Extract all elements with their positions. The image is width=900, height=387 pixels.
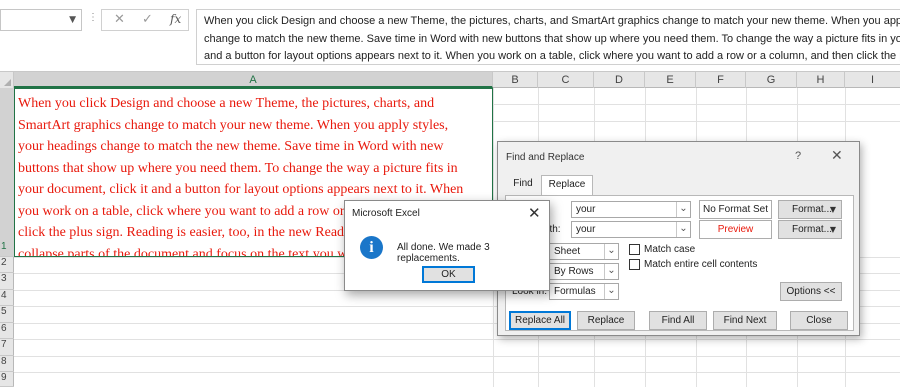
find-format-button[interactable]: Format... ▼ [778,200,842,219]
chevron-down-icon[interactable]: ⌄ [604,264,618,279]
row-header-2[interactable]: 2 [0,257,14,273]
close-button[interactable]: Close [790,311,848,330]
select-all-button[interactable] [0,72,14,88]
within-value: Sheet [554,246,581,257]
look-in-select[interactable]: Formulas ⌄ [549,283,619,300]
tab-find[interactable]: Find [508,175,538,195]
cancel-icon[interactable]: ✕ [114,12,125,27]
replace-format-button[interactable]: Format... ▼ [778,220,842,239]
dropdown-arrow-icon: ▼ [829,205,836,214]
formula-bar-content[interactable]: When you click Design and choose a new T… [196,9,900,65]
column-header-i[interactable]: I [845,72,900,88]
replace-button[interactable]: Replace [577,311,635,330]
find-format-label: Format... [792,204,833,215]
match-case-checkbox[interactable] [629,244,640,255]
enter-icon[interactable]: ✓ [142,12,153,27]
replace-with-input[interactable]: your ⌄ [571,221,691,238]
find-what-input[interactable]: your ⌄ [571,201,691,218]
tab-replace-label: Replace [548,179,586,190]
column-header-h[interactable]: H [797,72,845,88]
dropdown-arrow-icon: ▼ [829,225,836,234]
look-in-value: Formulas [554,286,596,297]
row-headers: 1 2 3 4 5 6 7 8 9 [0,88,14,387]
message-box-body: i All done. We made 3 replacements. OK [345,228,549,290]
formula-bar: ▼ ⋮ ✕ ✓ fx When you click Design and cho… [0,0,900,66]
search-value: By Rows [554,266,594,277]
column-header-d[interactable]: D [594,72,645,88]
chevron-down-icon[interactable]: ⌄ [604,244,618,259]
row-header-3[interactable]: 3 [0,273,14,290]
options-button[interactable]: Options << [780,282,842,301]
match-entire-label: Match entire cell contents [644,259,758,270]
name-box-dropdown-icon[interactable]: ▼ [69,15,76,25]
chevron-down-icon[interactable]: ⌄ [676,202,690,217]
column-header-a[interactable]: A [14,72,493,88]
find-next-button[interactable]: Find Next [713,311,777,330]
column-header-g[interactable]: G [746,72,797,88]
search-select[interactable]: By Rows ⌄ [549,263,619,280]
replace-with-value: your [576,224,596,235]
column-header-f[interactable]: F [696,72,746,88]
close-icon[interactable]: ✕ [528,204,541,222]
replace-all-button[interactable]: Replace All [509,311,571,330]
formula-buttons: ✕ ✓ fx [101,9,189,31]
message-text: All done. We made 3 replacements. [397,242,490,264]
row-header-4[interactable]: 4 [0,290,14,306]
formula-bar-resize-handle[interactable]: ⋮ [88,12,98,23]
chevron-down-icon[interactable]: ⌄ [604,284,618,299]
close-icon[interactable]: ✕ [831,148,843,164]
chevron-down-icon[interactable]: ⌄ [676,222,690,237]
row-header-8[interactable]: 8 [0,356,14,372]
find-all-button[interactable]: Find All [649,311,707,330]
insert-function-icon[interactable]: fx [170,12,181,26]
info-icon: i [360,236,383,259]
row-header-7[interactable]: 7 [0,339,14,356]
help-icon[interactable]: ? [795,150,801,162]
column-header-c[interactable]: C [538,72,594,88]
column-headers: A B C D E F G H I [0,71,900,88]
replace-format-label: Format... [792,224,833,235]
column-header-b[interactable]: B [493,72,538,88]
within-select[interactable]: Sheet ⌄ [549,243,619,260]
row-header-9[interactable]: 9 [0,372,14,387]
message-box-title: Microsoft Excel [352,208,420,219]
find-format-preview: No Format Set [699,200,772,219]
dialog-title: Find and Replace [506,152,585,163]
column-header-e[interactable]: E [645,72,696,88]
replace-format-preview: Preview [699,220,772,239]
row-header-5[interactable]: 5 [0,306,14,323]
excel-window: ▼ ⋮ ✕ ✓ fx When you click Design and cho… [0,0,900,387]
row-header-1[interactable]: 1 [0,88,14,257]
ok-button[interactable]: OK [422,266,475,283]
message-box: Microsoft Excel ✕ i All done. We made 3 … [344,200,550,291]
name-box[interactable]: ▼ [0,9,82,31]
find-what-value: your [576,204,596,215]
row-header-6[interactable]: 6 [0,323,14,339]
match-case-label: Match case [644,244,696,255]
tab-replace[interactable]: Replace [541,175,593,196]
match-entire-checkbox[interactable] [629,259,640,270]
find-replace-dialog: Find and Replace ? ✕ Find Replace t: you… [497,141,860,336]
